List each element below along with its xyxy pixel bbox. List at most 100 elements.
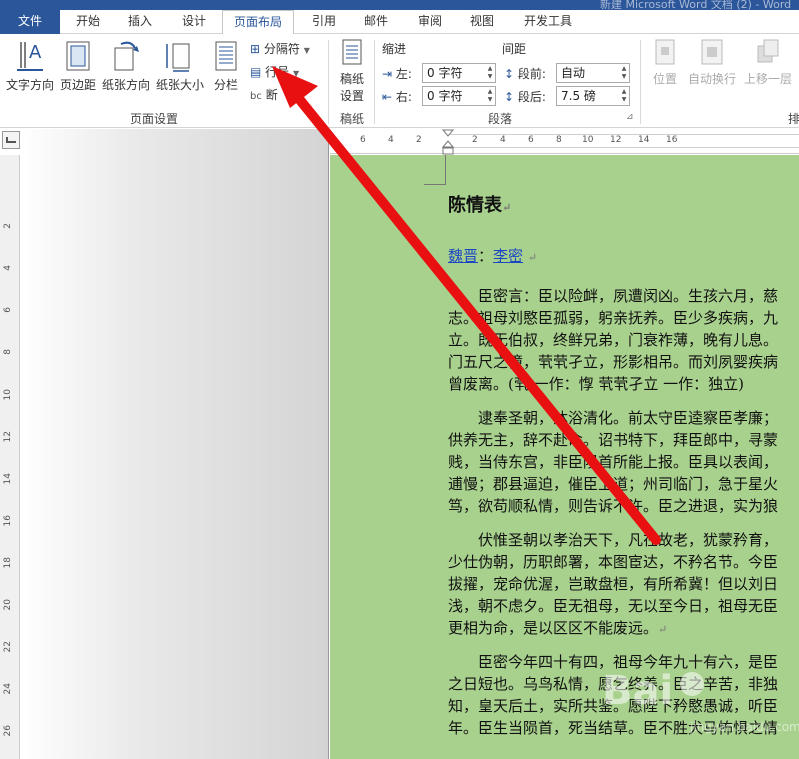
- ribbon: A 文字方向 页边距 纸张方向 纸张大小 分栏 ⊞ 分隔符 ▼ ▤ 行号 ▼ b…: [0, 34, 799, 128]
- hyphenation-button[interactable]: bc 断: [250, 86, 278, 103]
- tab-mailings[interactable]: 邮件: [352, 10, 400, 34]
- ruler-number: 4: [3, 265, 13, 271]
- margins-label: 页边距: [59, 78, 96, 92]
- breaks-label: 分隔符: [263, 42, 300, 56]
- body-line: 逋慢；郡县逼迫，催臣上道；州司临门，急于星火: [448, 475, 779, 493]
- ruler-number: 14: [3, 473, 13, 485]
- spinner-arrows-icon[interactable]: ▲ ▼: [620, 88, 628, 104]
- size-label: 纸张大小: [155, 78, 204, 92]
- spinner-arrows-icon[interactable]: ▲ ▼: [486, 88, 494, 104]
- paper-size-icon: [166, 43, 190, 72]
- ruler-number: 6: [528, 135, 534, 145]
- paragraph-mark-icon: ↵: [502, 201, 512, 214]
- body-line: 门五尺之僮，茕茕孑立，形影相吊。而刘夙婴疾病: [448, 353, 779, 371]
- space-before-text: 段前:: [517, 67, 546, 81]
- body-line: 笃，欲苟顺私情，则告诉不许。臣之进退，实为狼: [448, 497, 779, 515]
- bring-forward-button[interactable]: 上移一层: [740, 38, 796, 87]
- space-after-label: ↕ 段后:: [504, 88, 546, 105]
- bring-forward-label: 上移一层: [743, 72, 792, 86]
- columns-button[interactable]: 分栏: [210, 38, 242, 93]
- hyphenation-label: 断: [265, 88, 278, 102]
- body-line: 贱，当侍东宫，非臣陨首所能上报。臣具以表闻，: [448, 453, 779, 471]
- ruler-number: 24: [3, 683, 13, 695]
- tab-home[interactable]: 开始: [64, 10, 112, 34]
- indent-left-label: ⇥ 左:: [382, 65, 412, 82]
- body-line: 少仕伪朝，历职郎署，本图宦达，不矜名节。今臣: [448, 553, 779, 571]
- tab-references[interactable]: 引用: [300, 10, 348, 34]
- ruler-number: 10: [582, 135, 594, 145]
- draft-paper-label-2: 设置: [339, 89, 364, 103]
- indent-right-field[interactable]: 0 字符 ▲ ▼: [422, 86, 496, 106]
- page-setup-group-label: 页面设置: [130, 112, 179, 126]
- body-line-text: 更相为命，是以区区不能废远。: [448, 619, 659, 637]
- indent-left-field[interactable]: 0 字符 ▲ ▼: [422, 63, 496, 83]
- body-line: 伏惟圣朝以孝治天下，凡在故老，犹蒙矜育，: [448, 531, 779, 549]
- horizontal-ruler[interactable]: 6 4 2 2 4 6 8 10 12 14 16: [330, 129, 799, 155]
- tab-insert[interactable]: 插入: [116, 10, 164, 34]
- columns-label: 分栏: [213, 78, 238, 92]
- tab-file[interactable]: 文件: [0, 10, 60, 34]
- space-before-icon: ↕: [504, 67, 515, 81]
- space-after-text: 段后:: [517, 90, 546, 104]
- author-dynasty-link[interactable]: 魏晋: [448, 247, 478, 265]
- body-line: 臣密言：臣以险衅，夙遭闵凶。生孩六月，慈: [448, 287, 779, 305]
- body-line: 更相为命，是以区区不能废远。↵: [448, 617, 799, 642]
- indent-left-value: 0 字符: [427, 66, 463, 80]
- tab-page-layout[interactable]: 页面布局: [222, 10, 294, 35]
- baidu-paw-icon: Bai: [602, 668, 704, 714]
- indent-right-text: 右:: [395, 90, 412, 104]
- text-direction-icon: A: [17, 42, 43, 71]
- draft-group-label: 稿纸: [340, 112, 365, 126]
- watermark-brand: Bai: [602, 668, 673, 714]
- page-edge: [328, 129, 329, 759]
- line-numbers-icon: ▤: [250, 65, 262, 79]
- draft-paper-button[interactable]: 稿纸 设置: [334, 38, 370, 104]
- spinner-arrows-icon[interactable]: ▲ ▼: [620, 65, 628, 81]
- bring-forward-icon: [757, 39, 779, 63]
- tab-selector[interactable]: [2, 131, 20, 149]
- space-before-label: ↕ 段前:: [504, 65, 546, 82]
- indent-right-icon: ⇤: [382, 90, 393, 104]
- paragraph-mark-icon: ↵: [527, 251, 538, 264]
- author-separator: ：: [478, 247, 494, 265]
- indent-marker-icon[interactable]: [442, 129, 454, 155]
- watermark-logo: Bai jingyan.baidu.com: [600, 660, 799, 750]
- draft-paper-label-1: 稿纸: [339, 72, 364, 86]
- margins-button[interactable]: 页边距: [58, 38, 98, 93]
- ruler-number: 2: [3, 223, 13, 229]
- ruler-number: 8: [556, 135, 562, 145]
- author-line: 魏晋：李密 ↵: [448, 245, 799, 270]
- size-button[interactable]: 纸张大小: [154, 38, 206, 93]
- space-after-field[interactable]: 7.5 磅 ▲ ▼: [556, 86, 630, 106]
- vertical-ruler[interactable]: 2 4 6 8 10 12 14 16 18 20 22 24 26: [0, 155, 20, 759]
- body-line: 立。既无伯叔，终鲜兄弟，门衰祚薄，晚有儿息。: [448, 331, 779, 349]
- orientation-button[interactable]: 纸张方向: [100, 38, 152, 93]
- ruler-number: 4: [500, 135, 506, 145]
- line-numbers-button[interactable]: ▤ 行号 ▼: [250, 63, 299, 80]
- tab-developer[interactable]: 开发工具: [512, 10, 584, 34]
- text-direction-button[interactable]: A 文字方向: [4, 38, 56, 93]
- indent-right-label: ⇤ 右:: [382, 88, 412, 105]
- position-button[interactable]: 位置: [648, 38, 682, 87]
- breaks-button[interactable]: ⊞ 分隔符 ▼: [250, 40, 310, 57]
- space-before-value: 自动: [561, 66, 586, 80]
- author-name-link[interactable]: 李密: [493, 247, 523, 265]
- wrap-text-button[interactable]: 自动换行: [686, 38, 738, 87]
- line-numbers-label: 行号: [265, 65, 290, 79]
- dialog-launcher-icon[interactable]: ⊿: [626, 112, 634, 122]
- position-label: 位置: [652, 72, 677, 86]
- space-before-field[interactable]: 自动 ▲ ▼: [556, 63, 630, 83]
- ruler-number: 22: [3, 641, 13, 653]
- tab-review[interactable]: 审阅: [406, 10, 454, 34]
- orientation-icon: [114, 41, 139, 71]
- spinner-arrows-icon[interactable]: ▲ ▼: [486, 65, 494, 81]
- body-line: 曾废离。(茕 一作：惸 茕茕孑立 一作：独立): [448, 375, 745, 393]
- ruler-number: 12: [3, 431, 13, 443]
- draft-paper-icon: [342, 39, 362, 65]
- tab-view[interactable]: 视图: [458, 10, 506, 34]
- svg-text:A: A: [29, 42, 42, 63]
- paragraph-mark-icon: ↵: [658, 623, 668, 636]
- tab-design[interactable]: 设计: [170, 10, 218, 34]
- body-line: 逮奉圣朝，沐浴清化。前太守臣逵察臣孝廉；: [448, 409, 779, 427]
- ruler-number: 6: [3, 307, 13, 313]
